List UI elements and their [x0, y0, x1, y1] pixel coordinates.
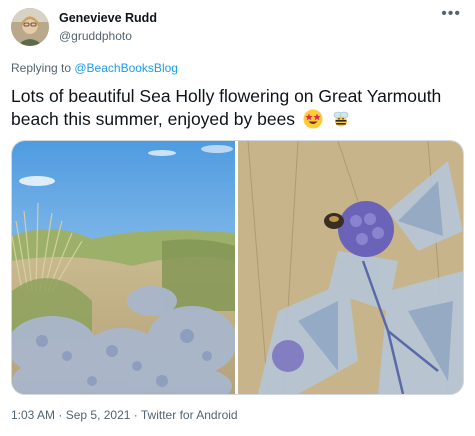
tweet-date[interactable]: Sep 5, 2021: [66, 408, 131, 422]
tweet-time[interactable]: 1:03 AM: [11, 408, 55, 422]
meta-separator: ·: [55, 408, 66, 422]
tweet-metadata: 1:03 AM · Sep 5, 2021 · Twitter for Andr…: [11, 408, 238, 422]
star-struck-emoji-icon: [303, 109, 323, 129]
tweet-source[interactable]: Twitter for Android: [141, 408, 238, 422]
tweet-body: Lots of beautiful Sea Holly flowering on…: [11, 86, 442, 129]
media-grid: [11, 140, 464, 395]
reply-to-link[interactable]: @BeachBooksBlog: [74, 61, 178, 75]
avatar[interactable]: [11, 8, 49, 46]
bee-emoji-icon: [333, 111, 349, 127]
photo-sea-holly-dunes[interactable]: [12, 141, 235, 394]
reply-context: Replying to @BeachBooksBlog: [11, 61, 178, 75]
tweet-text: Lots of beautiful Sea Holly flowering on…: [11, 85, 451, 131]
author-handle[interactable]: @gruddphoto: [59, 29, 132, 43]
more-options-icon[interactable]: •••: [441, 5, 461, 23]
photo-bee-on-sea-holly[interactable]: [238, 141, 463, 394]
author-name[interactable]: Genevieve Rudd: [59, 11, 157, 25]
tweet-card: Genevieve Rudd @gruddphoto ••• Replying …: [0, 0, 475, 436]
meta-separator: ·: [130, 408, 141, 422]
reply-prefix: Replying to: [11, 61, 75, 75]
